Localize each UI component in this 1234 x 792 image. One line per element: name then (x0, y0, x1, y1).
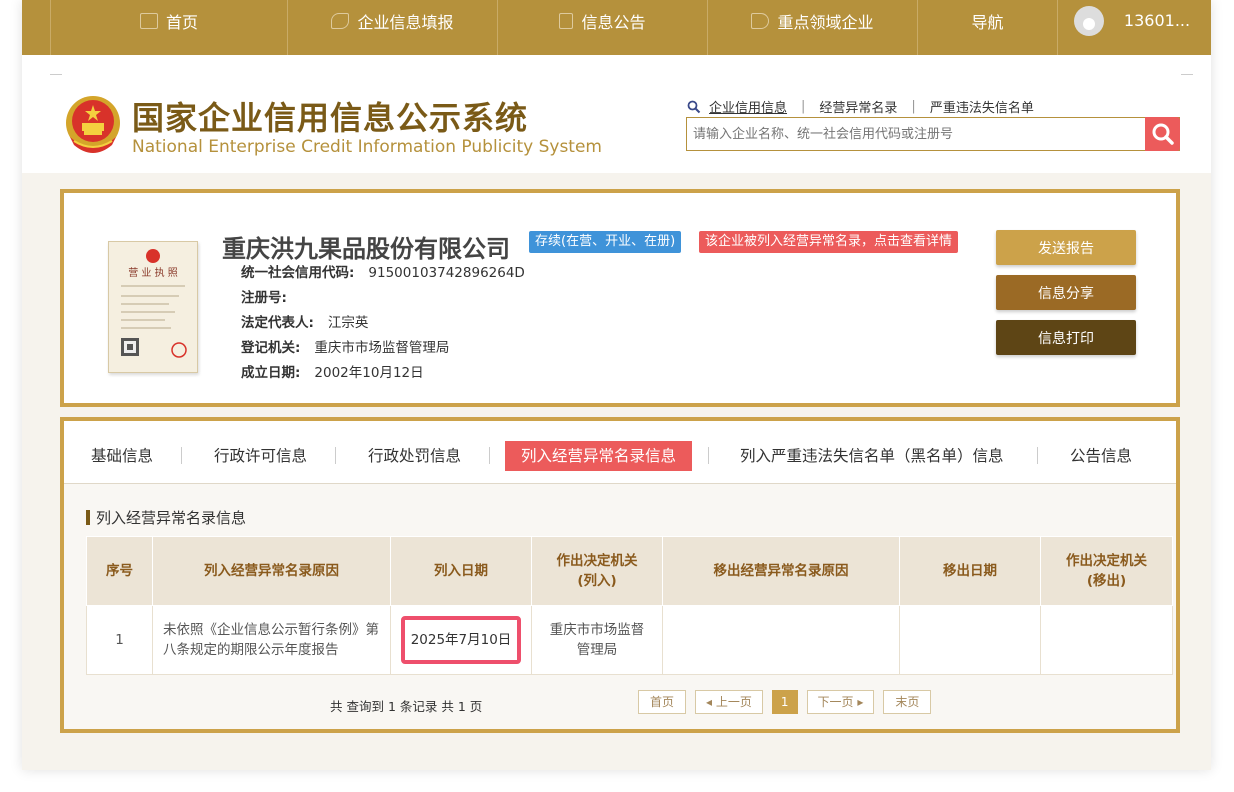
cell-removal-authority (1040, 605, 1173, 675)
user-name: 13601... (1123, 11, 1191, 30)
table-header-row: 序号 列入经营异常名录原因 列入日期 作出决定机关 (列入) 移出经营异常名录原… (86, 536, 1173, 606)
detail-panel: 基础信息 行政许可信息 行政处罚信息 列入经营异常名录信息 列入严重违法失信名单… (60, 417, 1180, 733)
search-icon (1152, 123, 1174, 145)
site-subtitle: National Enterprise Credit Information P… (132, 137, 602, 157)
tab-admin-license[interactable]: 行政许可信息 (214, 441, 307, 471)
nav-announcements[interactable]: 信息公告 (498, 0, 708, 55)
info-reg-number: 注册号: (241, 286, 301, 306)
col-header: 移出日期 (899, 536, 1041, 606)
col-header: 序号 (86, 536, 153, 606)
info-founded-date: 成立日期: 2002年10月12日 (241, 361, 424, 381)
nav-home-label: 首页 (165, 12, 198, 32)
cell-index: 1 (86, 605, 153, 675)
cell-removal-reason (662, 605, 900, 675)
nav-guide[interactable]: 导航 (918, 0, 1058, 55)
search-button[interactable] (1145, 117, 1180, 151)
nav-announcements-label: 信息公告 (581, 12, 646, 32)
section-title: 列入经营异常名录信息 (86, 507, 246, 528)
send-report-button[interactable]: 发送报告 (996, 230, 1136, 265)
company-card: 营 业 执 照 重庆洪九果品股份有限公司 存续(在营、开业、在册) 该企业被列入… (60, 189, 1180, 407)
link-abnormal-list[interactable]: 经营异常名录 (819, 97, 897, 116)
info-label: 统一社会信用代码: (241, 265, 355, 281)
info-value: 江宗英 (327, 315, 369, 331)
link-credit-info[interactable]: 企业信用信息 (709, 97, 787, 116)
divider (1181, 74, 1193, 75)
cell-reason: 未依照《企业信息公示暂行条例》第八条规定的期限公示年度报告 (152, 605, 391, 675)
nav-enterprise-report[interactable]: 企业信息填报 (288, 0, 498, 55)
pen-icon (331, 12, 350, 29)
speaker-icon (751, 12, 770, 29)
col-header: 列入日期 (390, 536, 532, 606)
nav-guide-label: 导航 (971, 12, 1004, 32)
col-header: 列入经营异常名录原因 (152, 536, 391, 606)
link-blacklist[interactable]: 严重违法失信名单 (930, 97, 1034, 116)
status-badge: 存续(在营、开业、在册) (529, 231, 682, 253)
next-page-button[interactable]: 下一页 ▸ (806, 690, 875, 714)
last-page-button[interactable]: 末页 (883, 690, 932, 714)
col-header: 作出决定机关 (列入) (531, 536, 663, 606)
tab-bar: 基础信息 行政许可信息 行政处罚信息 列入经营异常名录信息 列入严重违法失信名单… (64, 421, 1176, 484)
divider (50, 74, 62, 75)
search-box (686, 117, 1180, 151)
col-header: 移出经营异常名录原因 (662, 536, 900, 606)
svg-text:营 业 执 照: 营 业 执 照 (128, 266, 178, 279)
cell-authority: 重庆市市场监督管理局 (531, 605, 663, 675)
search-icon (687, 100, 701, 113)
pagination: 首页 ◂ 上一页 1 下一页 ▸ 末页 (638, 690, 932, 714)
prev-page-button[interactable]: ◂ 上一页 (695, 690, 763, 714)
cell-date: 2025年7月10日 (390, 605, 532, 675)
info-legal-rep: 法定代表人: 江宗英 (241, 311, 368, 331)
info-label: 法定代表人: (241, 315, 314, 331)
license-graphic: 营 业 执 照 (121, 249, 187, 358)
top-nav: 首页 企业信息填报 信息公告 重点领域企业 导航 13601... (22, 0, 1211, 55)
search-input[interactable] (687, 118, 1139, 150)
company-name: 重庆洪九果品股份有限公司 (222, 235, 510, 263)
info-label: 注册号: (241, 290, 287, 306)
info-label: 登记机关: (241, 340, 301, 356)
user-menu[interactable]: 13601... (1058, 0, 1206, 55)
info-label: 成立日期: (241, 365, 301, 381)
table-row: 1 未依照《企业信息公示暂行条例》第八条规定的期限公示年度报告 2025年7月1… (86, 605, 1173, 675)
tab-basic-info[interactable]: 基础信息 (91, 441, 153, 471)
document-icon (559, 12, 574, 29)
site-title: 国家企业信用信息公示系统 (132, 99, 529, 137)
nav-key-enterprises-label: 重点领域企业 (777, 12, 874, 32)
tab-blacklist[interactable]: 列入严重违法失信名单（黑名单）信息 (740, 441, 1004, 471)
share-info-button[interactable]: 信息分享 (996, 275, 1136, 310)
nav-enterprise-report-label: 企业信息填报 (357, 12, 454, 32)
info-value: 91500103742896264D (368, 265, 525, 281)
national-emblem-icon (66, 96, 120, 153)
highlighted-date: 2025年7月10日 (400, 616, 522, 664)
print-info-button[interactable]: 信息打印 (996, 320, 1136, 355)
info-credit-code: 统一社会信用代码: 91500103742896264D (241, 261, 525, 281)
site-header: 国家企业信用信息公示系统 National Enterprise Credit … (22, 55, 1211, 173)
tab-announcements[interactable]: 公告信息 (1070, 441, 1132, 471)
nav-key-enterprises[interactable]: 重点领域企业 (708, 0, 918, 55)
tab-admin-penalty[interactable]: 行政处罚信息 (368, 441, 461, 471)
header-links: 企业信用信息 | 经营异常名录 | 严重违法失信名单 (687, 97, 1034, 116)
tab-abnormal-list[interactable]: 列入经营异常名录信息 (505, 441, 693, 471)
info-value: 2002年10月12日 (314, 365, 424, 381)
abnormal-list-table: 序号 列入经营异常名录原因 列入日期 作出决定机关 (列入) 移出经营异常名录原… (86, 536, 1173, 675)
record-count: 共 查询到 1 条记录 共 1 页 (330, 699, 483, 714)
info-value: 重庆市市场监督管理局 (314, 340, 450, 356)
abnormal-alert-badge[interactable]: 该企业被列入经营异常名录，点击查看详情 (699, 231, 959, 253)
current-page[interactable]: 1 (771, 690, 798, 714)
business-license-image[interactable]: 营 业 执 照 (108, 241, 198, 373)
first-page-button[interactable]: 首页 (638, 690, 687, 714)
info-reg-authority: 登记机关: 重庆市市场监督管理局 (241, 336, 449, 356)
monitor-icon (139, 12, 158, 29)
nav-home[interactable]: 首页 (50, 0, 288, 55)
cell-removal-date (899, 605, 1041, 675)
col-header: 作出决定机关 (移出) (1040, 536, 1173, 606)
avatar (1073, 5, 1104, 36)
